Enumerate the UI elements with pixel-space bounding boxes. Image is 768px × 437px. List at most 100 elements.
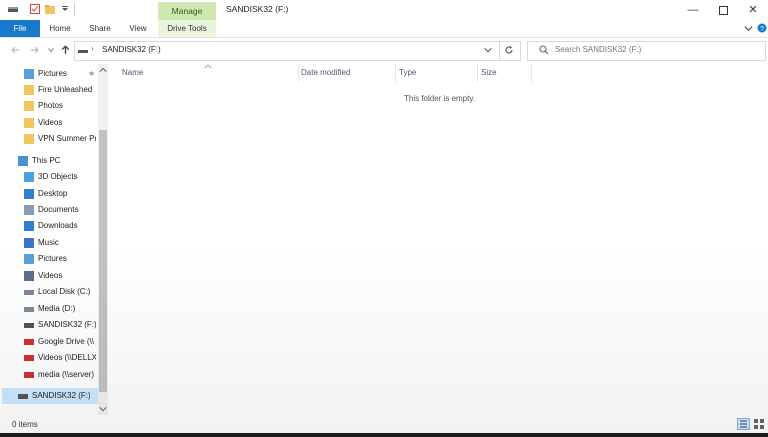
tab-share[interactable]: Share — [82, 20, 118, 37]
sidebar-item[interactable]: Videos — [0, 115, 96, 131]
sidebar-item[interactable]: 3D Objects — [0, 169, 96, 185]
sidebar-item-label: Desktop — [38, 189, 68, 198]
sidebar-item[interactable]: Documents — [0, 202, 96, 218]
sidebar-item[interactable]: Pictures ★ — [0, 66, 96, 82]
chevron-down-icon[interactable] — [484, 46, 492, 54]
address-path[interactable]: SANDISK32 (F:) — [102, 45, 161, 54]
tab-view[interactable]: View — [122, 20, 154, 37]
sidebar-item-label: Videos — [38, 271, 63, 280]
cube-icon — [24, 172, 34, 182]
column-header-size[interactable]: Size — [481, 68, 497, 77]
large-icons-view-icon[interactable] — [753, 418, 765, 430]
music-icon — [24, 238, 34, 248]
sidebar-item-label: VPN Summer Pr — [38, 134, 96, 143]
scroll-up-icon[interactable] — [99, 66, 107, 74]
sidebar-item[interactable]: SANDISK32 (F:) — [0, 317, 96, 333]
network-drive-icon — [24, 339, 34, 345]
maximize-button[interactable] — [708, 0, 738, 20]
minimize-icon: — — [687, 4, 699, 16]
pictures-icon — [24, 69, 34, 79]
divider — [74, 3, 75, 16]
sidebar-item-label: Music — [38, 238, 59, 247]
new-folder-icon[interactable] — [45, 4, 55, 14]
sidebar-item-label: Photos — [38, 101, 63, 110]
column-divider[interactable] — [531, 64, 532, 82]
status-bar — [0, 415, 768, 433]
close-button[interactable]: ✕ — [738, 0, 768, 20]
sidebar-item[interactable]: Downloads — [0, 218, 96, 234]
sidebar-item-label: Media (D:) — [38, 304, 76, 313]
sidebar-item[interactable]: Videos (\\DELLX — [0, 350, 96, 366]
empty-folder-message: This folder is empty. — [404, 94, 475, 103]
column-divider[interactable] — [395, 64, 396, 82]
scroll-down-icon[interactable] — [99, 405, 107, 413]
drive-icon — [78, 50, 88, 53]
sort-ascending-icon — [204, 64, 212, 69]
sidebar-item[interactable]: Media (D:) — [0, 301, 96, 317]
svg-text:?: ? — [760, 26, 764, 33]
window-title: SANDISK32 (F:) — [226, 4, 289, 14]
sidebar-item[interactable]: Local Disk (C:) — [0, 284, 96, 300]
disk-icon — [24, 307, 34, 312]
sidebar-item[interactable]: Google Drive (\\ — [0, 334, 96, 350]
file-list-pane[interactable] — [108, 64, 768, 415]
divider — [499, 41, 500, 61]
pc-icon — [18, 156, 28, 166]
chevron-right-icon[interactable]: › — [91, 44, 94, 53]
sidebar-item-label: Downloads — [38, 221, 78, 230]
sidebar-item-label: Videos — [38, 118, 63, 127]
sidebar-item[interactable]: SANDISK32 (F:) — [0, 388, 90, 404]
sidebar-item-label: Documents — [38, 205, 79, 214]
videos-icon — [24, 271, 34, 281]
properties-icon[interactable] — [30, 4, 40, 14]
column-header-date-modified[interactable]: Date modified — [301, 68, 350, 77]
details-view-icon[interactable] — [737, 418, 750, 430]
network-drive-icon — [24, 355, 34, 361]
recent-locations-icon[interactable] — [47, 46, 55, 54]
folder-icon — [24, 101, 34, 111]
tab-file[interactable]: File — [0, 20, 40, 37]
refresh-icon[interactable] — [504, 45, 514, 55]
sidebar-item[interactable]: VPN Summer Pr — [0, 131, 96, 147]
chevron-down-icon[interactable] — [744, 24, 753, 33]
tab-home[interactable]: Home — [42, 20, 78, 37]
column-header-name[interactable]: Name — [122, 68, 143, 77]
folder-icon — [24, 118, 34, 128]
sidebar-item[interactable]: This PC — [0, 153, 90, 169]
sidebar-item-label: Pictures — [38, 69, 67, 78]
tab-drive-tools[interactable]: Drive Tools — [158, 20, 216, 37]
search-input[interactable]: Search SANDISK32 (F:) — [555, 45, 641, 54]
column-header-type[interactable]: Type — [399, 68, 416, 77]
search-icon — [539, 45, 549, 55]
sidebar-item[interactable]: Fire Unleashed — [0, 82, 96, 98]
sidebar-item[interactable]: Videos — [0, 268, 96, 284]
sidebar-item[interactable]: Music — [0, 235, 96, 251]
sidebar-item-label: media (\\server) — [38, 370, 95, 379]
nav-scroll-thumb[interactable] — [99, 130, 107, 392]
pictures-icon — [24, 254, 34, 264]
sidebar-item[interactable]: Desktop — [0, 186, 96, 202]
drive-icon[interactable] — [8, 4, 18, 14]
sidebar-item-label: SANDISK32 (F:) — [38, 320, 96, 329]
column-divider[interactable] — [477, 64, 478, 82]
up-arrow-icon[interactable] — [60, 44, 71, 55]
sidebar-item[interactable]: Photos — [0, 98, 96, 114]
minimize-button[interactable]: — — [678, 0, 708, 20]
desktop-icon — [24, 189, 34, 199]
network-drive-icon — [24, 372, 34, 378]
sidebar-item[interactable]: Pictures — [0, 251, 96, 267]
help-icon[interactable]: ? — [757, 23, 767, 33]
back-arrow-icon[interactable] — [10, 45, 20, 55]
disk-icon — [24, 290, 34, 295]
sidebar-item[interactable]: media (\\server) — [0, 367, 96, 383]
column-divider[interactable] — [298, 64, 299, 82]
folder-icon — [24, 85, 34, 95]
sidebar-item-label: 3D Objects — [38, 172, 78, 181]
sidebar-item-label: Pictures — [38, 254, 67, 263]
chevron-down-icon[interactable] — [60, 4, 70, 14]
manage-context-tab[interactable]: Manage — [158, 2, 216, 20]
pin-icon: ★ — [88, 69, 96, 78]
sidebar-item-label: Fire Unleashed — [38, 85, 93, 94]
forward-arrow-icon[interactable] — [30, 45, 40, 55]
usb-drive-icon — [24, 323, 34, 328]
